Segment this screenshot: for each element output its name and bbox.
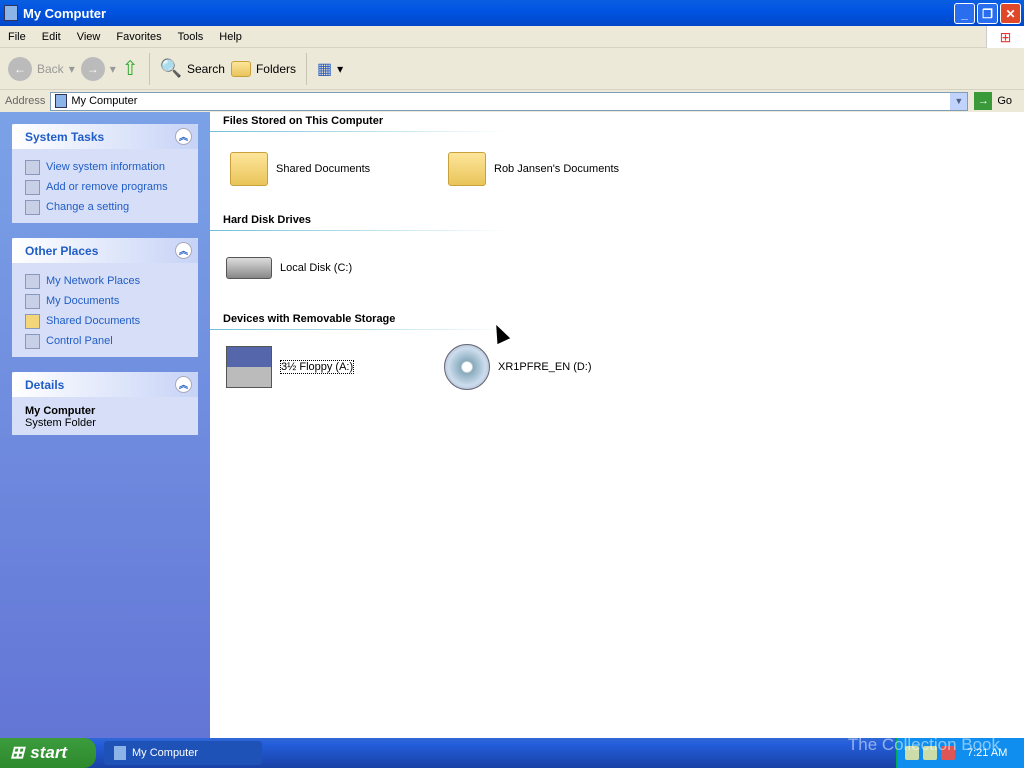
- collapse-icon[interactable]: ︽: [175, 242, 192, 259]
- back-arrow-icon: ←: [8, 56, 32, 81]
- folders-icon: [230, 60, 251, 77]
- toolbar: ← Back ▾ → ▾ ⇧ 🔍 Search Folders ▦ ▾: [0, 48, 1024, 90]
- menu-favorites[interactable]: Favorites: [108, 31, 169, 43]
- group-removable-storage: Devices with Removable Storage: [209, 313, 511, 330]
- control-panel-icon: [25, 199, 40, 215]
- menu-help[interactable]: Help: [211, 31, 250, 43]
- floppy-item[interactable]: 3½ Floppy (A:): [226, 346, 355, 388]
- taskbar-my-computer[interactable]: My Computer: [104, 741, 262, 765]
- system-tasks-header[interactable]: System Tasks ︽: [12, 124, 198, 149]
- windows-logo-icon: ⊞: [986, 26, 1024, 48]
- other-places-header[interactable]: Other Places ︽: [12, 238, 198, 263]
- go-arrow-icon: →: [974, 92, 993, 110]
- address-label: Address: [5, 95, 46, 107]
- go-button[interactable]: → Go: [974, 92, 1012, 110]
- address-dropdown-icon[interactable]: ▼: [950, 92, 968, 110]
- start-button[interactable]: ⊞ start: [0, 738, 96, 768]
- taskbar: ⊞ start My Computer 7:21 AM The Collectio…: [0, 735, 1024, 768]
- menu-edit[interactable]: Edit: [34, 31, 69, 43]
- my-documents-link[interactable]: My Documents: [25, 291, 185, 311]
- collapse-icon[interactable]: ︽: [175, 376, 192, 393]
- folders-button[interactable]: Folders: [230, 60, 296, 77]
- windows-flag-icon: ⊞: [10, 743, 25, 762]
- floppy-drive-icon: [226, 346, 272, 388]
- cd-drive-item[interactable]: XR1PFRE_EN (D:): [444, 344, 592, 390]
- folder-icon: [230, 152, 268, 186]
- views-icon: ▦: [316, 60, 333, 78]
- address-value: My Computer: [71, 95, 138, 107]
- system-tasks-panel: System Tasks ︽ View system information Ad…: [12, 124, 198, 223]
- content-area: Files Stored on This Computer Shared Doc…: [209, 112, 1024, 738]
- view-system-information-link[interactable]: View system information: [25, 157, 185, 177]
- watermark: The Collection Book: [847, 735, 1000, 754]
- local-disk-item[interactable]: Local Disk (C:): [226, 257, 352, 279]
- restore-button[interactable]: ❐: [977, 3, 998, 24]
- group-hard-disk-drives: Hard Disk Drives: [209, 214, 511, 231]
- menu-tools[interactable]: Tools: [170, 31, 212, 43]
- details-panel: Details ︽ My Computer System Folder: [12, 372, 198, 435]
- details-name: My Computer: [25, 405, 96, 417]
- network-icon: [25, 273, 40, 289]
- computer-icon: [55, 94, 68, 108]
- minimize-button[interactable]: _: [954, 3, 975, 24]
- back-button[interactable]: ← Back ▾: [8, 56, 75, 81]
- other-places-panel: Other Places ︽ My Network Places My Docum…: [12, 238, 198, 357]
- change-setting-link[interactable]: Change a setting: [25, 197, 185, 217]
- folder-icon: [25, 313, 40, 329]
- collapse-icon[interactable]: ︽: [175, 128, 192, 145]
- close-button[interactable]: ✕: [1000, 3, 1021, 24]
- menu-view[interactable]: View: [69, 31, 109, 43]
- forward-button[interactable]: → ▾: [80, 56, 116, 81]
- views-button[interactable]: ▦ ▾: [317, 59, 343, 79]
- add-remove-programs-link[interactable]: Add or remove programs: [25, 177, 185, 197]
- computer-icon: [4, 5, 18, 21]
- shared-documents-item[interactable]: Shared Documents: [230, 152, 370, 186]
- group-files-stored: Files Stored on This Computer: [209, 115, 511, 132]
- control-panel-icon: [25, 333, 40, 349]
- shared-documents-link[interactable]: Shared Documents: [25, 311, 185, 331]
- forward-arrow-icon: →: [80, 56, 105, 81]
- task-pane: System Tasks ︽ View system information Ad…: [0, 112, 210, 738]
- up-button[interactable]: ⇧: [122, 56, 139, 81]
- menu-bar: File Edit View Favorites Tools Help ⊞: [0, 26, 1024, 48]
- folder-icon: [448, 152, 486, 186]
- user-documents-item[interactable]: Rob Jansen's Documents: [448, 152, 619, 186]
- folder-up-icon: ⇧: [121, 58, 139, 80]
- control-panel-link[interactable]: Control Panel: [25, 331, 185, 351]
- menu-file[interactable]: File: [0, 31, 34, 43]
- my-network-places-link[interactable]: My Network Places: [25, 271, 185, 291]
- search-icon: 🔍: [159, 58, 182, 78]
- separator: [305, 52, 307, 85]
- address-bar: Address My Computer ▼ → Go: [0, 90, 1024, 112]
- add-remove-icon: [25, 179, 40, 195]
- window-title: My Computer: [23, 5, 107, 21]
- system-info-icon: [25, 159, 40, 175]
- computer-icon: [114, 746, 126, 760]
- details-type: System Folder: [25, 417, 96, 429]
- title-bar[interactable]: My Computer _ ❐ ✕: [0, 0, 1024, 26]
- search-button[interactable]: 🔍 Search: [160, 58, 225, 79]
- separator: [148, 52, 150, 85]
- details-header[interactable]: Details ︽: [12, 372, 198, 397]
- hard-disk-icon: [226, 257, 272, 279]
- address-input[interactable]: My Computer ▼: [50, 91, 969, 111]
- cd-drive-icon: [444, 344, 490, 390]
- documents-icon: [25, 293, 40, 309]
